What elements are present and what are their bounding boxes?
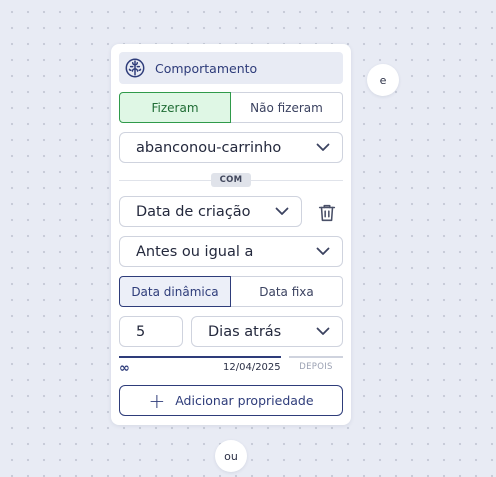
range-after-label: DEPOIS [299,362,333,372]
toggle-data-dinamica[interactable]: Data dinâmica [119,276,231,307]
date-range-after-bar [289,356,343,358]
chevron-down-icon [316,143,330,151]
operator-select-value: Antes ou igual a [136,243,254,260]
add-property-label: Adicionar propriedade [175,393,314,408]
card-header: Comportamento [119,52,343,84]
plus-icon: + [148,388,166,413]
toggle-fizeram[interactable]: Fizeram [119,92,231,123]
operator-select[interactable]: Antes ou igual a [119,236,343,267]
toggle-nao-fizeram[interactable]: Não fizeram [231,92,343,123]
with-badge: COM [211,173,251,187]
trash-icon[interactable] [316,202,338,224]
or-connector[interactable]: ou [215,440,247,472]
date-range-bar [119,356,281,358]
chevron-down-icon [275,207,289,215]
chevron-down-icon [316,327,330,335]
range-start-label: ∞ [119,361,130,376]
unit-select-value: Dias atrás [208,323,282,340]
range-date-label: 12/04/2025 [223,362,281,373]
card-title: Comportamento [155,60,258,76]
add-property-button[interactable]: + Adicionar propriedade [119,385,343,416]
event-select[interactable]: abanconou-carrinho [119,132,343,163]
toggle-data-fixa[interactable]: Data fixa [231,276,343,307]
behavior-filter-card: Comportamento Fizeram Não fizeram abanco… [111,44,351,425]
unit-select[interactable]: Dias atrás [191,316,343,347]
brain-icon [125,58,145,78]
amount-input[interactable]: 5 [119,316,183,347]
event-select-value: abanconou-carrinho [136,139,282,156]
property-select[interactable]: Data de criação [119,196,302,227]
property-select-value: Data de criação [136,203,251,220]
and-connector[interactable]: e [367,64,399,96]
chevron-down-icon [316,247,330,255]
